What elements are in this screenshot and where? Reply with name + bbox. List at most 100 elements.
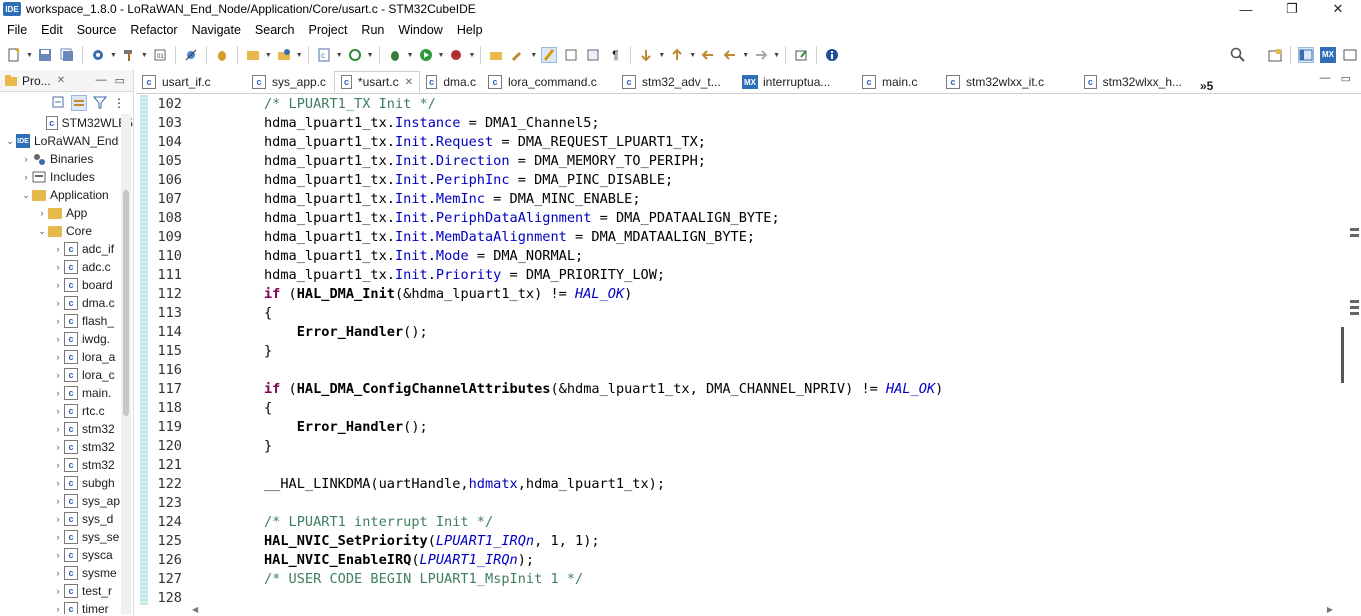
editor-horizontal-scrollbar[interactable]: ◀ ▶ xyxy=(192,605,1333,616)
tree-item[interactable]: › c sysme xyxy=(0,564,133,582)
overview-marker[interactable] xyxy=(1350,234,1359,237)
code-line[interactable]: 109 hdma_lpuart1_tx.Init.MemDataAlignment… xyxy=(136,228,1336,247)
chevron-right-icon[interactable]: › xyxy=(52,586,64,596)
code-line[interactable]: 126 HAL_NVIC_EnableIRQ(LPUART1_IRQn); xyxy=(136,551,1336,570)
new-class-icon[interactable]: c xyxy=(316,47,332,63)
chevron-down-icon[interactable]: ⌄ xyxy=(20,190,32,201)
code-line[interactable]: 115} xyxy=(136,342,1336,361)
code-line[interactable]: 122 __HAL_LINKDMA(uartHandle,hdmatx,hdma_… xyxy=(136,475,1336,494)
save-all-icon[interactable] xyxy=(59,47,75,63)
tree-item[interactable]: › c timer xyxy=(0,600,133,614)
code-line[interactable]: 105 hdma_lpuart1_tx.Init.Direction = DMA_… xyxy=(136,152,1336,171)
next-annotation-icon[interactable] xyxy=(638,47,654,63)
tree-item[interactable]: › c adc.c xyxy=(0,258,133,276)
code-line[interactable]: 120} xyxy=(136,437,1336,456)
refresh-dropdown-icon[interactable]: ▼ xyxy=(367,52,374,59)
pin-editor-icon[interactable] xyxy=(793,47,809,63)
skip-breakpoints-icon[interactable] xyxy=(183,47,199,63)
refresh-icon[interactable] xyxy=(347,47,363,63)
menu-project[interactable]: Project xyxy=(302,23,355,37)
menu-navigate[interactable]: Navigate xyxy=(185,23,248,37)
search-tool-dropdown-icon[interactable]: ▼ xyxy=(530,52,537,59)
show-whitespace-icon[interactable]: ¶ xyxy=(607,47,623,63)
last-edit-icon[interactable] xyxy=(700,47,716,63)
link-with-editor-icon[interactable] xyxy=(71,95,87,111)
chevron-right-icon[interactable]: › xyxy=(52,388,64,398)
code-line[interactable]: 113 { xyxy=(136,304,1336,323)
tree-scrollbar-thumb[interactable] xyxy=(123,190,129,416)
debug-icon[interactable] xyxy=(387,47,403,63)
tree-item[interactable]: ⌄ IDE LoRaWAN_End xyxy=(0,132,133,150)
editor-tab[interactable]: c stm32_adv_t... xyxy=(616,71,736,93)
tree-item[interactable]: › c board xyxy=(0,276,133,294)
next-annotation-dropdown-icon[interactable]: ▼ xyxy=(658,52,665,59)
tree-item[interactable]: ⌄ Application xyxy=(0,186,133,204)
editor-tab[interactable]: c main.c xyxy=(856,71,940,93)
tree-item[interactable]: › c sysca xyxy=(0,546,133,564)
filter-icon[interactable] xyxy=(92,95,108,112)
code-editor[interactable]: ◀ ▶ 102 /* LPUART1_TX Init */ 103 hdma_lpua… xyxy=(136,95,1361,616)
prev-annotation-dropdown-icon[interactable]: ▼ xyxy=(689,52,696,59)
new-project-icon[interactable] xyxy=(245,47,261,63)
cpp-perspective-icon[interactable] xyxy=(1298,47,1314,63)
menu-help[interactable]: Help xyxy=(450,23,490,37)
tree-item[interactable]: › Binaries xyxy=(0,150,133,168)
chevron-right-icon[interactable]: › xyxy=(52,604,64,614)
chevron-right-icon[interactable]: › xyxy=(52,424,64,434)
menu-run[interactable]: Run xyxy=(354,23,391,37)
chevron-right-icon[interactable]: › xyxy=(52,550,64,560)
highlight-icon[interactable] xyxy=(541,47,558,63)
menu-edit[interactable]: Edit xyxy=(34,23,70,37)
back-icon[interactable] xyxy=(722,47,738,63)
build-hammer-icon[interactable] xyxy=(121,47,137,63)
code-line[interactable]: 106 hdma_lpuart1_tx.Init.PeriphInc = DMA_… xyxy=(136,171,1336,190)
code-line[interactable]: 108 hdma_lpuart1_tx.Init.PeriphDataAlignm… xyxy=(136,209,1336,228)
editor-tab[interactable]: c *usart.c ✕ xyxy=(334,71,420,93)
code-line[interactable]: 117 if (HAL_DMA_ConfigChannelAttributes(&… xyxy=(136,380,1336,399)
open-folder-icon[interactable] xyxy=(276,47,292,63)
chevron-right-icon[interactable]: › xyxy=(52,298,64,308)
close-button[interactable]: ✕ xyxy=(1315,0,1361,18)
tree-item[interactable]: › c stm32 xyxy=(0,456,133,474)
tree-item[interactable]: › c rtc.c xyxy=(0,402,133,420)
run-icon[interactable] xyxy=(418,47,434,63)
overview-marker[interactable] xyxy=(1350,300,1359,303)
minimize-editor-icon[interactable]: — xyxy=(1320,72,1331,85)
tree-item[interactable]: › Includes xyxy=(0,168,133,186)
more-tabs-button[interactable]: »5 xyxy=(1200,79,1213,93)
editor-scrollbar-thumb[interactable] xyxy=(1341,327,1344,383)
external-tools-dropdown-icon[interactable]: ▼ xyxy=(468,52,475,59)
search-icon[interactable] xyxy=(1230,47,1246,63)
run-dropdown-icon[interactable]: ▼ xyxy=(438,52,445,59)
tree-item[interactable]: › c lora_a xyxy=(0,348,133,366)
forward-dropdown-icon[interactable]: ▼ xyxy=(773,52,780,59)
code-line[interactable]: 104 hdma_lpuart1_tx.Init.Request = DMA_RE… xyxy=(136,133,1336,152)
close-icon[interactable]: ✕ xyxy=(405,77,413,88)
editor-tab[interactable]: c stm32wlxx_h... xyxy=(1078,71,1188,93)
binary-icon[interactable]: 01 xyxy=(152,47,168,63)
overview-marker[interactable] xyxy=(1350,306,1359,309)
view-menu-icon[interactable]: ⋮ xyxy=(113,96,125,110)
maximize-view-icon[interactable]: ▭ xyxy=(115,74,125,87)
code-line[interactable]: 118 { xyxy=(136,399,1336,418)
prev-annotation-icon[interactable] xyxy=(669,47,685,63)
debug-perspective-icon[interactable] xyxy=(1342,47,1358,63)
code-line[interactable]: 107 hdma_lpuart1_tx.Init.MemInc = DMA_MIN… xyxy=(136,190,1336,209)
back-dropdown-icon[interactable]: ▼ xyxy=(742,52,749,59)
tree-item[interactable]: › c flash_ xyxy=(0,312,133,330)
code-line[interactable]: 128 xyxy=(136,589,1336,608)
code-line[interactable]: 103 hdma_lpuart1_tx.Instance = DMA1_Chann… xyxy=(136,114,1336,133)
settings-dropdown-icon[interactable]: ▼ xyxy=(110,52,117,59)
code-line[interactable]: 110 hdma_lpuart1_tx.Init.Mode = DMA_NORMA… xyxy=(136,247,1336,266)
open-type-icon[interactable] xyxy=(488,47,504,63)
tree-item[interactable]: › c stm32 xyxy=(0,420,133,438)
close-icon[interactable]: ✕ xyxy=(57,75,65,86)
editor-tab[interactable]: c lora_command.c xyxy=(482,71,616,93)
restore-button[interactable]: ❐ xyxy=(1269,0,1315,18)
tree-item[interactable]: › c lora_c xyxy=(0,366,133,384)
chevron-right-icon[interactable]: › xyxy=(52,406,64,416)
external-tools-icon[interactable] xyxy=(448,47,464,63)
code-line[interactable]: 119 Error_Handler(); xyxy=(136,418,1336,437)
open-perspective-icon[interactable] xyxy=(1267,47,1283,63)
chevron-right-icon[interactable]: › xyxy=(52,262,64,272)
